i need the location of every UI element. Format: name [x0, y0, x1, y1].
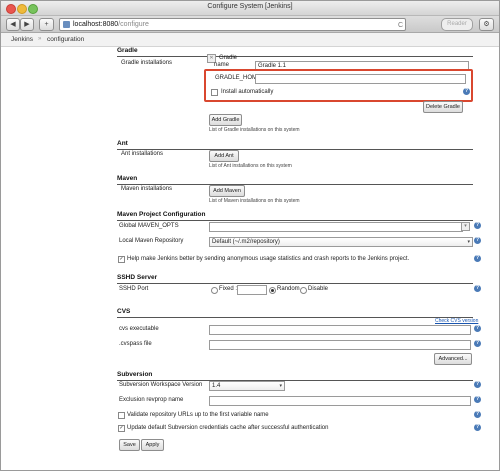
svn-validate-urls-label: Validate repository URLs up to the first… — [127, 412, 269, 418]
gradle-section-title: Gradle — [117, 47, 473, 57]
browser-toolbar: ◀ ▶ + localhost:8080/configure C Reader … — [1, 16, 499, 33]
help-icon[interactable]: ? — [474, 340, 481, 347]
help-icon[interactable]: ? — [474, 381, 481, 388]
svn-workspace-version-label: Subversion Workspace Version — [119, 382, 203, 388]
title-bar: Configure System [Jenkins] — [1, 1, 499, 16]
svn-workspace-version-select[interactable]: 1.4 ▾ — [209, 381, 285, 391]
ant-section-title: Ant — [117, 140, 473, 150]
sshd-fixed-radio[interactable] — [211, 287, 218, 294]
sshd-disable-radio[interactable] — [300, 287, 307, 294]
check-cvs-version-link[interactable]: Check CVS version — [435, 318, 478, 324]
svn-exclusion-revprop-field[interactable] — [209, 396, 471, 406]
add-ant-button[interactable]: Add Ant — [209, 150, 239, 162]
svn-validate-urls-checkbox[interactable] — [118, 412, 125, 419]
sshd-disable-label: Disable — [308, 286, 329, 292]
save-button[interactable]: Save — [119, 439, 140, 451]
global-maven-opts-field[interactable] — [209, 222, 463, 232]
sshd-port-label: SSHD Port — [119, 286, 149, 292]
help-icon[interactable]: ? — [474, 285, 481, 292]
cvspass-file-label: .cvspass file — [119, 341, 152, 347]
local-maven-repo-label: Local Maven Repository — [119, 238, 184, 244]
cvspass-file-field[interactable] — [209, 340, 471, 350]
subversion-section-title: Subversion — [117, 371, 473, 381]
svn-exclusion-revprop-label: Exclusion revprop name — [119, 397, 184, 403]
reader-button[interactable]: Reader — [441, 18, 473, 31]
favicon-icon — [63, 21, 70, 28]
local-maven-repo-value: Default (~/.m2/repository) — [212, 239, 280, 245]
sshd-fixed-label: Fixed : — [219, 286, 238, 292]
address-bar[interactable]: localhost:8080/configure C — [59, 18, 406, 31]
help-icon[interactable]: ? — [474, 396, 481, 403]
chevron-down-icon: ▾ — [279, 383, 282, 389]
help-icon[interactable]: ? — [474, 424, 481, 431]
gradle-name-label: name — [214, 62, 230, 68]
breadcrumb-configuration[interactable]: configuration — [47, 33, 84, 46]
maven-section-title: Maven — [117, 175, 473, 185]
maven-installations-label: Maven installations — [121, 186, 173, 192]
breadcrumb-jenkins[interactable]: Jenkins — [11, 33, 33, 46]
advanced-button[interactable]: Advanced... — [434, 353, 472, 365]
help-icon[interactable]: ? — [463, 88, 470, 95]
gradle-installations-label: Gradle installations — [121, 60, 173, 66]
maven-project-section-title: Maven Project Configuration — [117, 211, 473, 221]
help-icon[interactable]: ? — [474, 325, 481, 332]
window-title: Configure System [Jenkins] — [207, 3, 293, 10]
svn-update-credentials-checkbox[interactable]: ✓ — [118, 425, 125, 432]
cvs-section-title: CVS — [117, 308, 473, 318]
local-maven-repo-select[interactable]: Default (~/.m2/repository) ▾ — [209, 237, 473, 247]
install-automatically-label: Install automatically — [221, 89, 274, 95]
url-path: /configure — [118, 21, 149, 28]
breadcrumb: Jenkins » configuration — [1, 33, 499, 47]
config-form: Gradle Gradle installations ✕ Gradle nam… — [1, 47, 499, 470]
maven-list-note: List of Maven installations on this syst… — [209, 198, 300, 204]
svn-update-credentials-label: Update default Subversion credentials ca… — [127, 425, 329, 431]
global-maven-opts-label: Global MAVEN_OPTS — [119, 223, 179, 229]
delete-gradle-button[interactable]: Delete Gradle — [423, 101, 463, 113]
help-icon[interactable]: ? — [474, 237, 481, 244]
add-maven-button[interactable]: Add Maven — [209, 185, 245, 197]
help-icon[interactable]: ? — [474, 255, 481, 262]
back-button[interactable]: ◀ — [6, 18, 20, 31]
apply-button[interactable]: Apply — [141, 439, 164, 451]
reload-icon[interactable]: C — [398, 20, 403, 31]
new-tab-button[interactable]: + — [39, 18, 54, 31]
forward-button[interactable]: ▶ — [20, 18, 34, 31]
sshd-fixed-port-field[interactable] — [237, 285, 267, 295]
breadcrumb-separator: » — [38, 36, 42, 42]
cvs-executable-label: cvs executable — [119, 326, 159, 332]
chevron-down-icon: ▾ — [467, 239, 470, 245]
add-gradle-button[interactable]: Add Gradle — [209, 114, 242, 126]
sshd-section-title: SSHD Server — [117, 274, 473, 284]
usage-stats-checkbox[interactable]: ✓ — [118, 256, 125, 263]
help-icon[interactable]: ? — [474, 222, 481, 229]
gradle-top-label: Gradle — [219, 55, 238, 61]
install-automatically-checkbox[interactable] — [211, 89, 218, 96]
browser-window: Configure System [Jenkins] ◀ ▶ + localho… — [0, 0, 500, 471]
usage-stats-label: Help make Jenkins better by sending anon… — [127, 256, 410, 262]
sshd-random-label: Random — [277, 286, 300, 292]
url-host: localhost:8080 — [73, 21, 119, 28]
settings-icon[interactable]: ⚙ — [479, 18, 494, 31]
gradle-home-field[interactable] — [255, 74, 466, 84]
ant-installations-label: Ant installations — [121, 151, 164, 157]
chevron-down-icon[interactable]: ▾ — [461, 222, 470, 231]
svn-workspace-version-value: 1.4 — [212, 383, 221, 389]
gradle-list-note: List of Gradle installations on this sys… — [209, 127, 300, 133]
sshd-random-radio[interactable] — [269, 287, 276, 294]
ant-list-note: List of Ant installations on this system — [209, 163, 292, 169]
cvs-executable-field[interactable] — [209, 325, 471, 335]
help-icon[interactable]: ? — [474, 411, 481, 418]
